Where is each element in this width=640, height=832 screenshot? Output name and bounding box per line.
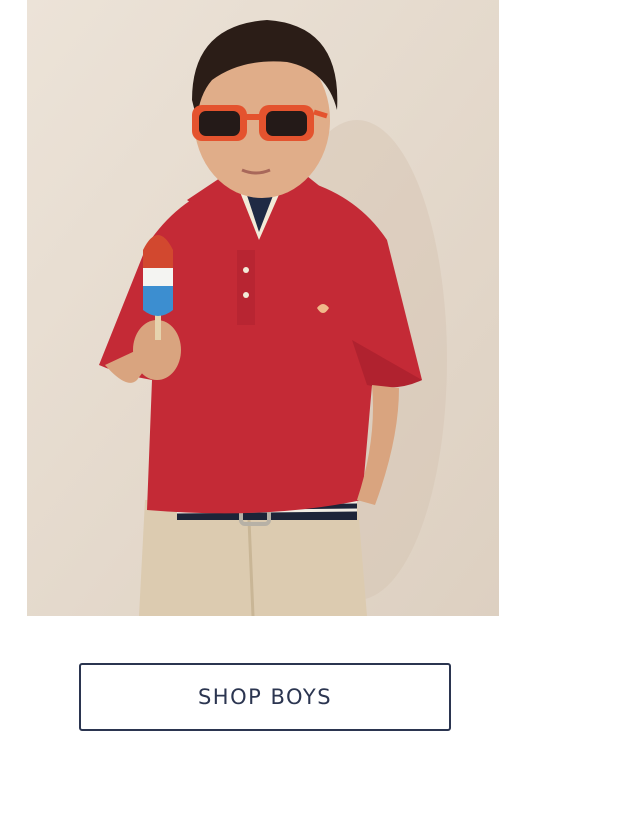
promo-section: SHOP BOYS [0,0,640,832]
shop-boys-button[interactable]: SHOP BOYS [79,663,451,731]
shop-boys-label: SHOP BOYS [197,685,333,709]
hero-image[interactable] [27,0,499,616]
